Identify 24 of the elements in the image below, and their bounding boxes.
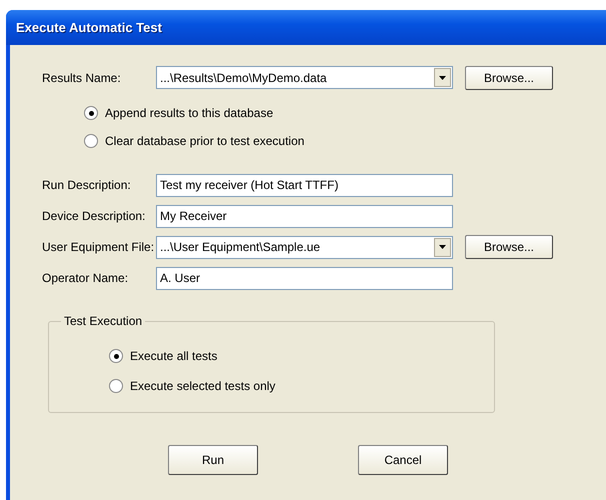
browse-button[interactable]: Browse...: [465, 66, 553, 90]
radio-label: Execute selected tests only: [130, 379, 276, 393]
field-label: Run Description:: [41, 178, 132, 192]
browse-button[interactable]: Browse...: [465, 235, 553, 259]
text-field[interactable]: Test my receiver (Hot Start TTFF): [156, 174, 453, 196]
dropdown-field[interactable]: ...\Results\Demo\MyDemo.data: [156, 66, 453, 89]
radio-button[interactable]: [109, 349, 123, 363]
field-label: Operator Name:: [41, 271, 130, 285]
radio-button[interactable]: [84, 106, 98, 120]
window-title: Execute Automatic Test: [16, 20, 162, 35]
field-label: User Equipment File:: [41, 240, 156, 254]
dropdown-field[interactable]: ...\User Equipment\Sample.ue: [156, 236, 453, 258]
radio-button[interactable]: [109, 379, 123, 393]
radio-label: Clear database prior to test execution: [105, 134, 304, 148]
field-label: Results Name:: [41, 70, 122, 84]
radio-button[interactable]: [84, 134, 98, 148]
field-label: Device Description:: [41, 209, 146, 223]
dialog-button[interactable]: Cancel: [358, 445, 448, 475]
text-field[interactable]: My Receiver: [156, 204, 453, 228]
dialog-button[interactable]: Run: [168, 445, 258, 475]
radio-label: Execute all tests: [130, 349, 218, 363]
text-field[interactable]: A. User: [156, 266, 453, 290]
group-title: Test Execution: [61, 314, 146, 328]
radio-label: Append results to this database: [105, 106, 274, 120]
